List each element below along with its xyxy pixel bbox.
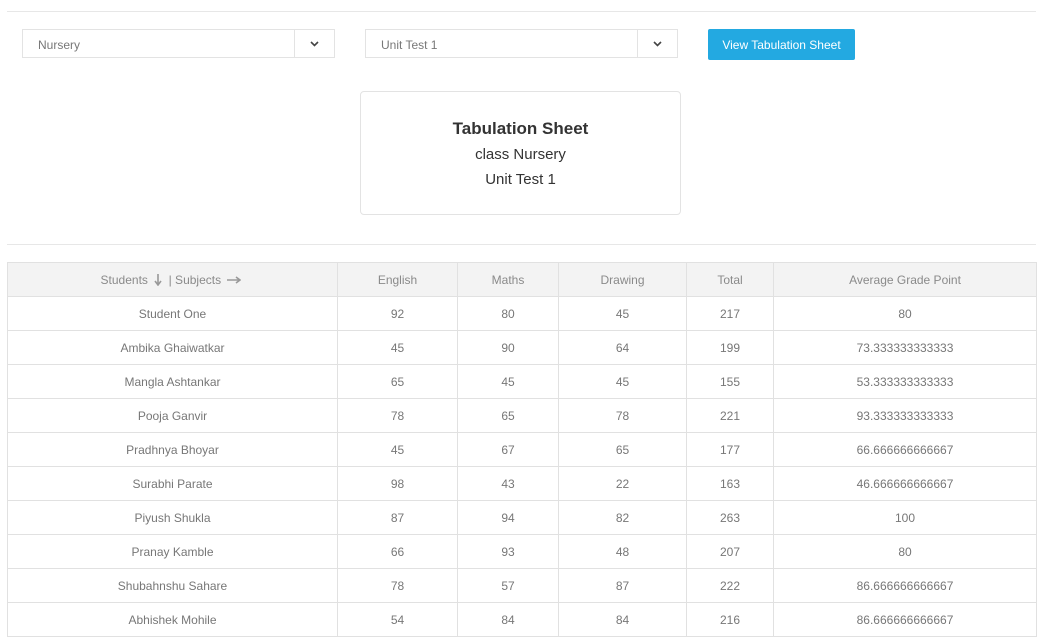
- drawing-cell: 45: [558, 296, 687, 331]
- english-cell: 78: [337, 398, 458, 433]
- english-cell: 66: [337, 534, 458, 569]
- header-drawing: Drawing: [558, 262, 687, 297]
- table-row: Ambika Ghaiwatkar 45 90 64 199 73.333333…: [7, 330, 1037, 365]
- english-cell: 65: [337, 364, 458, 399]
- header-students-subjects: Students | Subjects: [7, 262, 338, 297]
- maths-cell: 80: [457, 296, 559, 331]
- top-divider: [7, 11, 1036, 12]
- average-cell: 53.333333333333: [773, 364, 1037, 399]
- class-select-toggle[interactable]: [294, 30, 334, 57]
- table-row: Student One 92 80 45 217 80: [7, 296, 1037, 331]
- drawing-cell: 84: [558, 602, 687, 637]
- average-cell: 86.666666666667: [773, 568, 1037, 603]
- student-name-cell: Surabhi Parate: [7, 466, 338, 501]
- table-row: Shubahnshu Sahare 78 57 87 222 86.666666…: [7, 568, 1037, 603]
- average-cell: 73.333333333333: [773, 330, 1037, 365]
- drawing-cell: 87: [558, 568, 687, 603]
- tabulation-table: Students | Subjects English Maths Drawin…: [7, 262, 1037, 637]
- english-cell: 45: [337, 330, 458, 365]
- total-cell: 199: [686, 330, 774, 365]
- total-cell: 216: [686, 602, 774, 637]
- section-divider: [7, 244, 1036, 245]
- drawing-cell: 45: [558, 364, 687, 399]
- table-row: Piyush Shukla 87 94 82 263 100: [7, 500, 1037, 535]
- maths-cell: 65: [457, 398, 559, 433]
- table-row: Mangla Ashtankar 65 45 45 155 53.3333333…: [7, 364, 1037, 399]
- table-row: Abhishek Mohile 54 84 84 216 86.66666666…: [7, 602, 1037, 637]
- average-cell: 80: [773, 534, 1037, 569]
- student-name-cell: Abhishek Mohile: [7, 602, 338, 637]
- student-name-cell: Student One: [7, 296, 338, 331]
- card-exam-line: Unit Test 1: [485, 171, 556, 188]
- total-cell: 177: [686, 432, 774, 467]
- view-tabulation-sheet-button[interactable]: View Tabulation Sheet: [708, 29, 855, 60]
- student-name-cell: Shubahnshu Sahare: [7, 568, 338, 603]
- total-cell: 222: [686, 568, 774, 603]
- chevron-down-icon: [653, 40, 662, 47]
- maths-cell: 57: [457, 568, 559, 603]
- average-cell: 80: [773, 296, 1037, 331]
- maths-cell: 90: [457, 330, 559, 365]
- student-name-cell: Mangla Ashtankar: [7, 364, 338, 399]
- header-total: Total: [686, 262, 774, 297]
- english-cell: 45: [337, 432, 458, 467]
- maths-cell: 94: [457, 500, 559, 535]
- maths-cell: 67: [457, 432, 559, 467]
- header-subjects-label: | Subjects: [168, 272, 222, 287]
- total-cell: 207: [686, 534, 774, 569]
- drawing-cell: 22: [558, 466, 687, 501]
- class-select[interactable]: Nursery: [22, 29, 335, 58]
- exam-select-value: Unit Test 1: [381, 38, 438, 52]
- drawing-cell: 64: [558, 330, 687, 365]
- drawing-cell: 78: [558, 398, 687, 433]
- tabulation-summary-card: Tabulation Sheet class Nursery Unit Test…: [360, 91, 681, 215]
- maths-cell: 43: [457, 466, 559, 501]
- average-cell: 86.666666666667: [773, 602, 1037, 637]
- english-cell: 92: [337, 296, 458, 331]
- arrow-right-icon: [227, 276, 242, 284]
- total-cell: 217: [686, 296, 774, 331]
- chevron-down-icon: [310, 40, 319, 47]
- drawing-cell: 82: [558, 500, 687, 535]
- english-cell: 87: [337, 500, 458, 535]
- table-row: Pranay Kamble 66 93 48 207 80: [7, 534, 1037, 569]
- card-title: Tabulation Sheet: [452, 119, 589, 138]
- total-cell: 221: [686, 398, 774, 433]
- average-cell: 46.666666666667: [773, 466, 1037, 501]
- header-english: English: [337, 262, 458, 297]
- average-cell: 100: [773, 500, 1037, 535]
- table-row: Surabhi Parate 98 43 22 163 46.666666666…: [7, 466, 1037, 501]
- english-cell: 98: [337, 466, 458, 501]
- student-name-cell: Pooja Ganvir: [7, 398, 338, 433]
- student-name-cell: Ambika Ghaiwatkar: [7, 330, 338, 365]
- average-cell: 66.666666666667: [773, 432, 1037, 467]
- table-row: Pradhnya Bhoyar 45 67 65 177 66.66666666…: [7, 432, 1037, 467]
- student-name-cell: Pranay Kamble: [7, 534, 338, 569]
- class-select-value: Nursery: [38, 38, 81, 52]
- drawing-cell: 65: [558, 432, 687, 467]
- total-cell: 163: [686, 466, 774, 501]
- english-cell: 54: [337, 602, 458, 637]
- average-cell: 93.333333333333: [773, 398, 1037, 433]
- table-row: Pooja Ganvir 78 65 78 221 93.33333333333…: [7, 398, 1037, 433]
- exam-select-toggle[interactable]: [637, 30, 677, 57]
- arrow-down-icon: [154, 274, 162, 287]
- total-cell: 155: [686, 364, 774, 399]
- table-header-row: Students | Subjects English Maths Drawin…: [7, 262, 1037, 297]
- header-average-grade-point: Average Grade Point: [773, 262, 1037, 297]
- header-maths: Maths: [457, 262, 559, 297]
- english-cell: 78: [337, 568, 458, 603]
- card-class-line: class Nursery: [475, 146, 566, 163]
- maths-cell: 45: [457, 364, 559, 399]
- maths-cell: 84: [457, 602, 559, 637]
- total-cell: 263: [686, 500, 774, 535]
- drawing-cell: 48: [558, 534, 687, 569]
- student-name-cell: Piyush Shukla: [7, 500, 338, 535]
- header-students-label: Students: [100, 272, 148, 287]
- student-name-cell: Pradhnya Bhoyar: [7, 432, 338, 467]
- exam-select[interactable]: Unit Test 1: [365, 29, 678, 58]
- maths-cell: 93: [457, 534, 559, 569]
